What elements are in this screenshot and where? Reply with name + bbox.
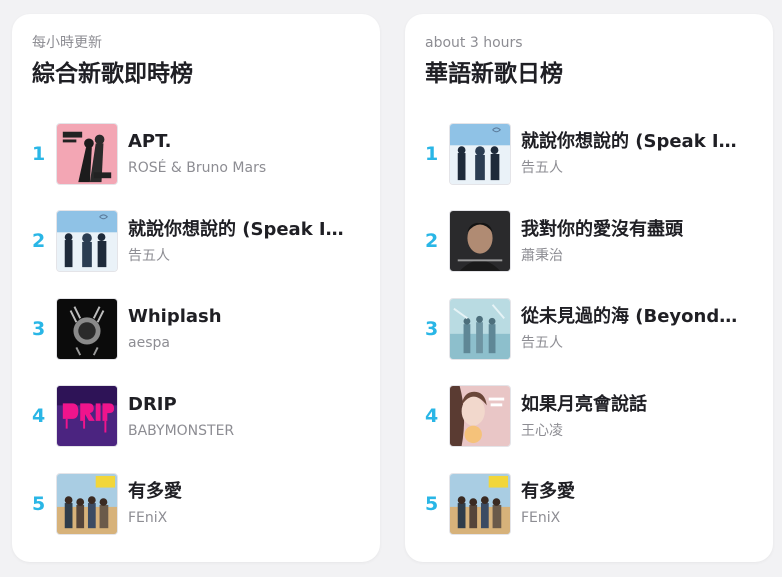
chart-entry[interactable]: 3 從未見過的海 (Beyond The Sea) 告五人	[425, 285, 753, 373]
chart-entry[interactable]: 5 有多愛 FEniX	[425, 460, 753, 548]
chart-entry[interactable]: 2 就說你想說的 (Speak It Out) 告五人	[32, 198, 360, 286]
album-cover[interactable]	[449, 210, 511, 273]
rank-number: 3	[425, 317, 439, 340]
artist-name[interactable]: FEniX	[128, 509, 360, 527]
artist-name[interactable]: FEniX	[521, 509, 753, 527]
song-meta: 有多愛 FEniX	[128, 480, 360, 527]
chart-card-overall-realtime: 每小時更新 綜合新歌即時榜 1 APT. ROSÉ & Bruno Mars 2 就…	[12, 14, 380, 562]
chart-card-mandarin-daily: about 3 hours 華語新歌日榜 1 就說你想說的 (Speak It …	[405, 14, 773, 562]
album-cover[interactable]	[56, 385, 118, 448]
chart-entry[interactable]: 4 如果月亮會說話王心凌	[425, 373, 753, 461]
album-cover[interactable]	[56, 472, 118, 535]
song-title[interactable]: 從未見過的海 (Beyond The Sea)	[521, 305, 743, 329]
song-title[interactable]: 如果月亮會說話	[521, 393, 743, 417]
album-cover[interactable]	[449, 472, 511, 535]
chart-entry[interactable]: 3 Whiplash aespa	[32, 285, 360, 373]
rank-number: 4	[32, 405, 46, 428]
song-meta: 就說你想說的 (Speak It Out) 告五人	[521, 130, 753, 177]
artist-name[interactable]: BABYMONSTER	[128, 422, 360, 440]
rank-number: 1	[425, 142, 439, 165]
rank-number: 5	[425, 492, 439, 515]
artist-name[interactable]: 王心凌	[521, 422, 753, 440]
artist-name[interactable]: 告五人	[521, 159, 753, 177]
artist-name[interactable]: aespa	[128, 334, 360, 352]
rank-number: 2	[425, 230, 439, 253]
song-title[interactable]: APT.	[128, 130, 350, 154]
rank-number: 3	[32, 317, 46, 340]
song-meta: APT. ROSÉ & Bruno Mars	[128, 130, 360, 177]
album-cover[interactable]	[449, 122, 511, 185]
chart-entry[interactable]: 5 有多愛 FEniX	[32, 460, 360, 548]
rank-number: 5	[32, 492, 46, 515]
song-meta: DRIP BABYMONSTER	[128, 393, 360, 440]
song-meta: 我對你的愛沒有盡頭蕭秉治	[521, 218, 753, 265]
artist-name[interactable]: 蕭秉治	[521, 247, 753, 265]
album-cover[interactable]	[449, 297, 511, 360]
album-cover[interactable]	[56, 122, 118, 185]
album-cover[interactable]	[449, 385, 511, 448]
song-title[interactable]: 就說你想說的 (Speak It Out)	[521, 130, 743, 154]
chart-entry[interactable]: 1 就說你想說的 (Speak It Out) 告五人	[425, 110, 753, 198]
artist-name[interactable]: 告五人	[521, 334, 753, 352]
chart-update-frequency: 每小時更新	[32, 35, 102, 51]
album-cover[interactable]	[56, 210, 118, 273]
song-title[interactable]: 有多愛	[521, 480, 743, 504]
chart-title[interactable]: 綜合新歌即時榜	[32, 58, 360, 90]
chart-title[interactable]: 華語新歌日榜	[425, 58, 753, 90]
song-title[interactable]: DRIP	[128, 393, 350, 417]
rank-number: 4	[425, 405, 439, 428]
song-meta: 如果月亮會說話王心凌	[521, 393, 753, 440]
chart-entry[interactable]: 2 我對你的愛沒有盡頭蕭秉治	[425, 198, 753, 286]
song-title[interactable]: Whiplash	[128, 305, 350, 329]
chart-entry[interactable]: 4 DRIP BABYMONSTER	[32, 373, 360, 461]
album-cover[interactable]	[56, 297, 118, 360]
rank-number: 2	[32, 230, 46, 253]
song-meta: 從未見過的海 (Beyond The Sea) 告五人	[521, 305, 753, 352]
artist-name[interactable]: 告五人	[128, 247, 360, 265]
charts-panel: 每小時更新 綜合新歌即時榜 1 APT. ROSÉ & Bruno Mars 2 就…	[0, 0, 782, 577]
song-meta: Whiplash aespa	[128, 305, 360, 352]
chart-entry[interactable]: 1 APT. ROSÉ & Bruno Mars	[32, 110, 360, 198]
song-title[interactable]: 有多愛	[128, 480, 350, 504]
rank-number: 1	[32, 142, 46, 165]
song-title[interactable]: 就說你想說的 (Speak It Out)	[128, 218, 350, 242]
song-meta: 有多愛 FEniX	[521, 480, 753, 527]
artist-name[interactable]: ROSÉ & Bruno Mars	[128, 159, 360, 177]
song-title[interactable]: 我對你的愛沒有盡頭	[521, 218, 743, 242]
chart-list: 1 APT. ROSÉ & Bruno Mars 2 就說你想說的 (Speak I…	[32, 110, 360, 548]
chart-list: 1 就說你想說的 (Speak It Out) 告五人 2 我對你的愛沒有盡頭蕭秉治…	[425, 110, 753, 548]
chart-update-time: about 3 hours	[425, 35, 523, 51]
song-meta: 就說你想說的 (Speak It Out) 告五人	[128, 218, 360, 265]
